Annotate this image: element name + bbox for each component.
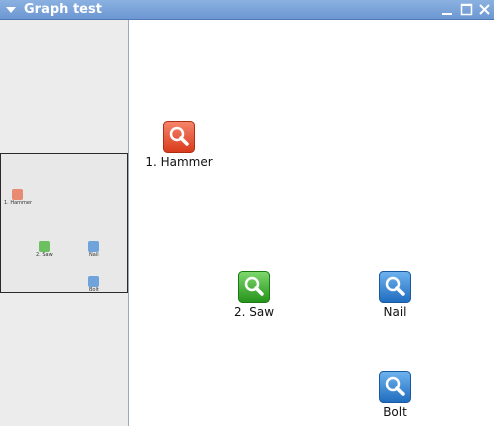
search-icon — [163, 121, 195, 153]
mini-label-hammer: 1. Hammer — [4, 200, 33, 206]
mini-node-nail — [88, 241, 99, 252]
graph-test-window: Graph test 1. Hammer 2. Saw Nail Bolt 1.… — [0, 0, 494, 426]
search-icon — [379, 371, 411, 403]
close-icon[interactable] — [477, 2, 492, 17]
mini-label-saw: 2. Saw — [36, 252, 53, 258]
window-title: Graph test — [24, 2, 102, 17]
node-label-saw: 2. Saw — [233, 305, 275, 319]
maximize-icon[interactable] — [459, 2, 474, 17]
mini-node-hammer — [12, 189, 23, 200]
node-saw[interactable]: 2. Saw — [234, 271, 274, 319]
title-bar[interactable]: Graph test — [0, 0, 494, 20]
node-nail[interactable]: Nail — [379, 271, 411, 319]
window-menu-icon[interactable] — [3, 2, 19, 18]
search-icon — [379, 271, 411, 303]
overview-viewport[interactable]: 1. Hammer 2. Saw Nail Bolt — [0, 153, 128, 293]
node-label-nail: Nail — [383, 305, 407, 319]
graph-canvas[interactable]: 1. Hammer 2. Saw Nail Bolt — [130, 20, 494, 426]
mini-label-nail: Nail — [89, 252, 99, 258]
node-label-bolt: Bolt — [383, 405, 407, 419]
mini-node-saw — [39, 241, 50, 252]
search-icon — [238, 271, 270, 303]
mini-label-bolt: Bolt — [89, 287, 99, 293]
mini-node-bolt — [88, 276, 99, 287]
node-hammer[interactable]: 1. Hammer — [145, 121, 213, 169]
minimize-icon[interactable] — [440, 2, 455, 17]
node-bolt[interactable]: Bolt — [379, 371, 411, 419]
node-label-hammer: 1. Hammer — [145, 155, 213, 169]
